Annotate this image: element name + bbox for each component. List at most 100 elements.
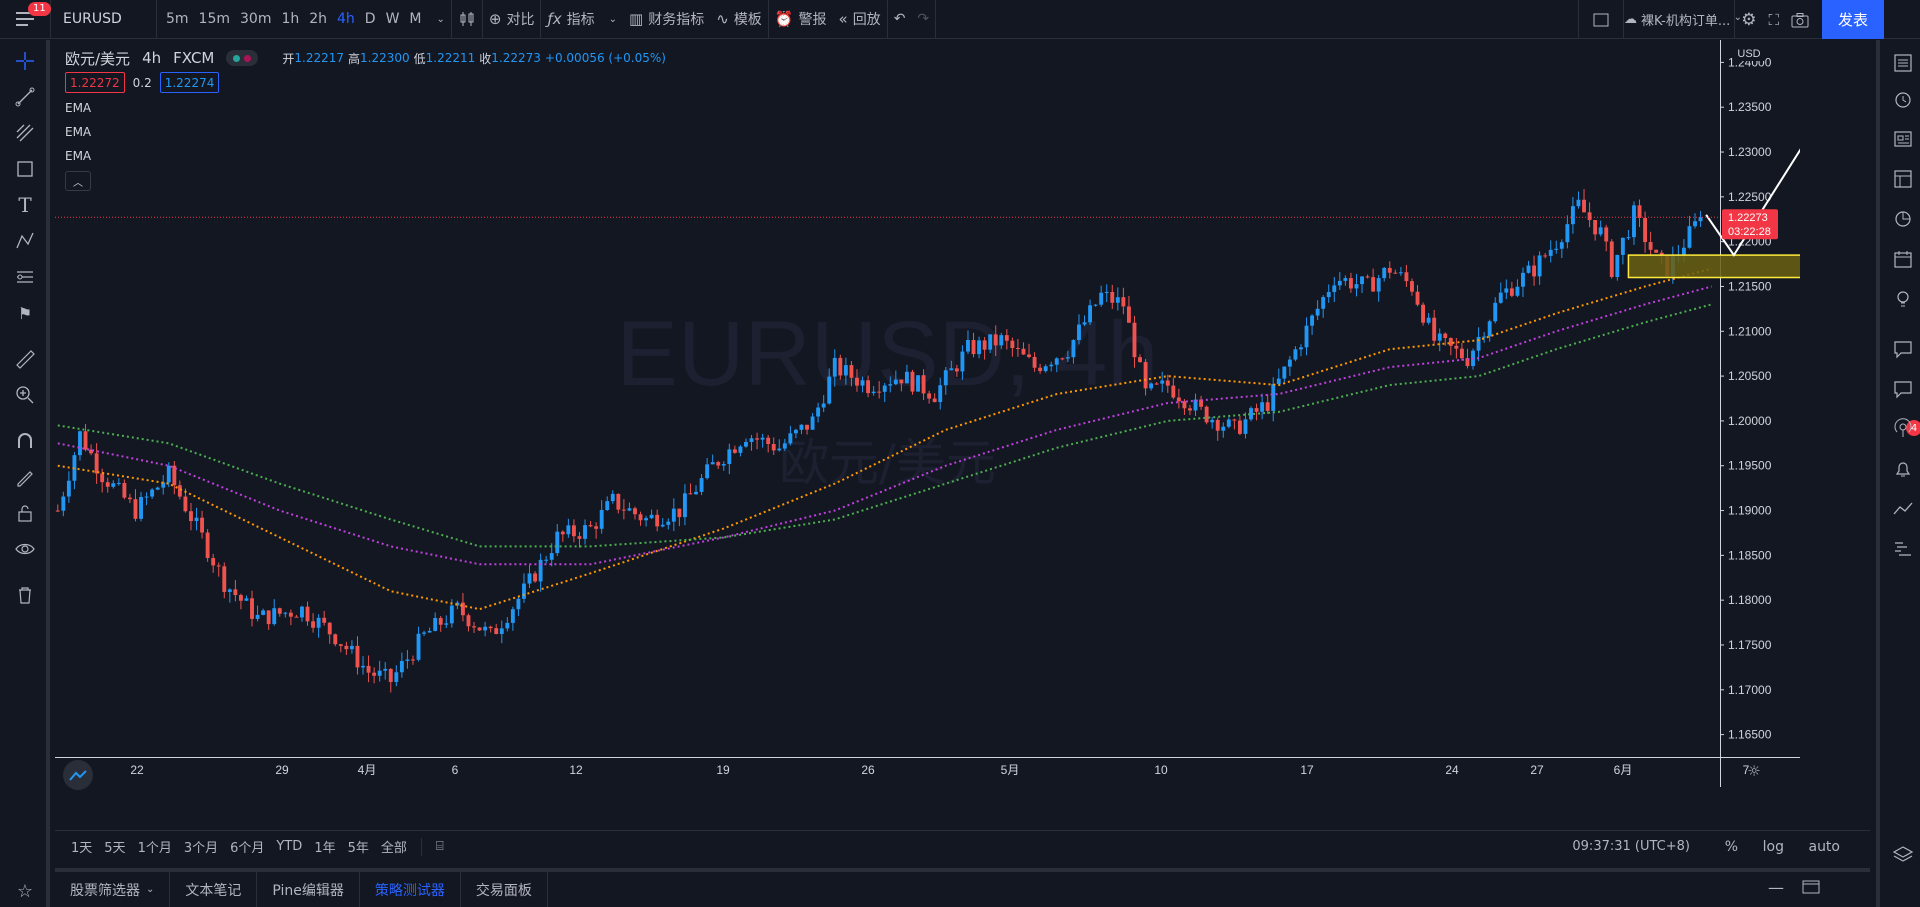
lock-tool[interactable] — [10, 498, 40, 528]
financials-button[interactable]: ▥ 财务指标 — [623, 0, 710, 39]
trading-panel-button[interactable] — [1888, 494, 1918, 524]
watchlist-button[interactable] — [1888, 48, 1918, 78]
candle-body — [422, 632, 427, 634]
visibility-tool[interactable] — [10, 534, 40, 564]
fullscreen-button[interactable]: ⛶ — [1762, 0, 1785, 39]
pattern-tool[interactable] — [10, 226, 40, 256]
tradingview-logo[interactable] — [63, 760, 93, 790]
indicators-button[interactable]: ƒx 指标 ⌄ — [541, 0, 623, 39]
maximize-panel-button[interactable] — [1802, 880, 1820, 898]
favorites-tool[interactable]: ☆ — [10, 876, 40, 906]
auto-scale-toggle[interactable]: auto — [1808, 839, 1840, 855]
legend-symbol[interactable]: 欧元/美元 — [65, 48, 130, 69]
range-button[interactable]: 5年 — [342, 837, 375, 856]
range-button[interactable]: 5天 — [98, 837, 131, 856]
shape-tool[interactable] — [10, 154, 40, 184]
range-button[interactable]: YTD — [270, 839, 308, 854]
ideas-button[interactable] — [1888, 284, 1918, 314]
eye-icon — [15, 543, 35, 555]
alerts-button[interactable] — [1888, 84, 1918, 114]
calendar-button[interactable] — [1888, 244, 1918, 274]
zoom-tool[interactable] — [10, 380, 40, 410]
alert-button[interactable]: ⏰ 警报 — [769, 0, 833, 39]
undo-button[interactable]: ↶ — [888, 0, 912, 39]
candle-body — [1598, 227, 1603, 235]
interval-D[interactable]: D — [360, 0, 381, 39]
menu-button[interactable]: 11 — [0, 0, 51, 39]
redo-button[interactable]: ↷ — [911, 0, 935, 39]
indicator-ema-2[interactable]: EMA — [65, 125, 666, 141]
streams-button[interactable] — [1888, 414, 1918, 444]
interval-5m[interactable]: 5m — [161, 0, 194, 39]
trendline-tool[interactable] — [10, 82, 40, 112]
crosshair-tool[interactable] — [10, 46, 40, 76]
collapse-legend-button[interactable]: ︿ — [65, 171, 91, 191]
percent-scale-toggle[interactable]: % — [1725, 839, 1738, 855]
candle-body — [1271, 384, 1276, 411]
candle-body — [1593, 220, 1598, 235]
data-window-button[interactable] — [1888, 164, 1918, 194]
goto-date-button[interactable]: ⌸ — [430, 839, 450, 854]
interval-M[interactable]: M — [404, 0, 426, 39]
indicator-ema-1[interactable]: EMA — [65, 101, 666, 117]
text-tool[interactable]: T — [10, 190, 40, 220]
remove-drawings-tool[interactable] — [10, 580, 40, 610]
magnet-tool[interactable] — [10, 426, 40, 456]
notifications-button[interactable] — [1888, 454, 1918, 484]
chart-pane[interactable]: EURUSD, 4h 欧元/美元 1.24000 1.23500 1.23000 1.22… — [55, 40, 1800, 797]
range-button[interactable]: 3个月 — [178, 837, 224, 856]
hotlists-button[interactable] — [1888, 204, 1918, 234]
template-icon: ∿ — [716, 10, 729, 28]
chats-button[interactable] — [1888, 334, 1918, 364]
range-button[interactable]: 1天 — [65, 837, 98, 856]
market-status[interactable] — [226, 50, 259, 66]
messages-button[interactable] — [1888, 374, 1918, 404]
interval-15m[interactable]: 15m — [194, 0, 235, 39]
snapshot-button[interactable] — [1785, 0, 1815, 39]
interval-1h[interactable]: 1h — [276, 0, 304, 39]
settings-button[interactable]: ⚙ — [1735, 0, 1762, 39]
candle-body — [605, 501, 610, 511]
interval-W[interactable]: W — [381, 0, 405, 39]
minimize-panel-button[interactable]: — — [1768, 878, 1784, 897]
axis-settings-icon[interactable]: ☼ — [1747, 762, 1760, 780]
bottom-tab[interactable]: 股票筛选器 ⌄ — [55, 872, 171, 907]
depth-button[interactable] — [1888, 534, 1918, 564]
log-scale-toggle[interactable]: log — [1763, 839, 1784, 855]
square-icon — [1593, 13, 1609, 26]
fib-tool[interactable] — [10, 118, 40, 148]
candle-body — [938, 385, 943, 403]
range-button[interactable]: 1年 — [308, 837, 341, 856]
layers-button[interactable] — [1888, 840, 1918, 870]
draw-mode-tool[interactable] — [10, 462, 40, 492]
ask-button[interactable]: 1.22274 — [159, 72, 220, 93]
compare-button[interactable]: ⊕ 对比 — [483, 0, 541, 39]
interval-dropdown[interactable]: ⌄ — [431, 0, 451, 39]
bottom-tab[interactable]: 文本笔记 — [170, 872, 258, 907]
candle-body — [488, 626, 493, 629]
range-button[interactable]: 1个月 — [132, 837, 178, 856]
layout-grid-button[interactable] — [1579, 0, 1623, 39]
icon-tool[interactable]: ⚑ — [10, 298, 40, 328]
templates-button[interactable]: ∿ 模板 — [710, 0, 768, 39]
bottom-tab[interactable]: 交易面板 — [461, 872, 548, 907]
layout-selector[interactable]: ☁ 裸K-机构订单... — [1624, 0, 1744, 39]
bottom-tab[interactable]: Pine编辑器 — [257, 872, 360, 907]
chart-type-button[interactable] — [452, 0, 482, 39]
symbol-search[interactable]: EURUSD — [51, 0, 156, 39]
candle-body — [954, 368, 959, 372]
clock-display[interactable]: 09:37:31 (UTC+8) — [1572, 839, 1690, 854]
news-button[interactable] — [1888, 124, 1918, 154]
interval-30m[interactable]: 30m — [235, 0, 276, 39]
prediction-tool[interactable] — [10, 262, 40, 292]
measure-tool[interactable] — [10, 344, 40, 374]
replay-button[interactable]: «回放 — [833, 0, 887, 39]
indicator-ema-3[interactable]: EMA — [65, 149, 666, 165]
bid-button[interactable]: 1.22272 — [65, 72, 125, 93]
range-button[interactable]: 全部 — [375, 837, 413, 856]
interval-2h[interactable]: 2h — [304, 0, 332, 39]
range-button[interactable]: 6个月 — [224, 837, 270, 856]
bottom-tab[interactable]: 策略测试器 — [360, 872, 461, 907]
interval-4h[interactable]: 4h — [332, 0, 360, 39]
publish-button[interactable]: 发表 — [1822, 0, 1884, 39]
